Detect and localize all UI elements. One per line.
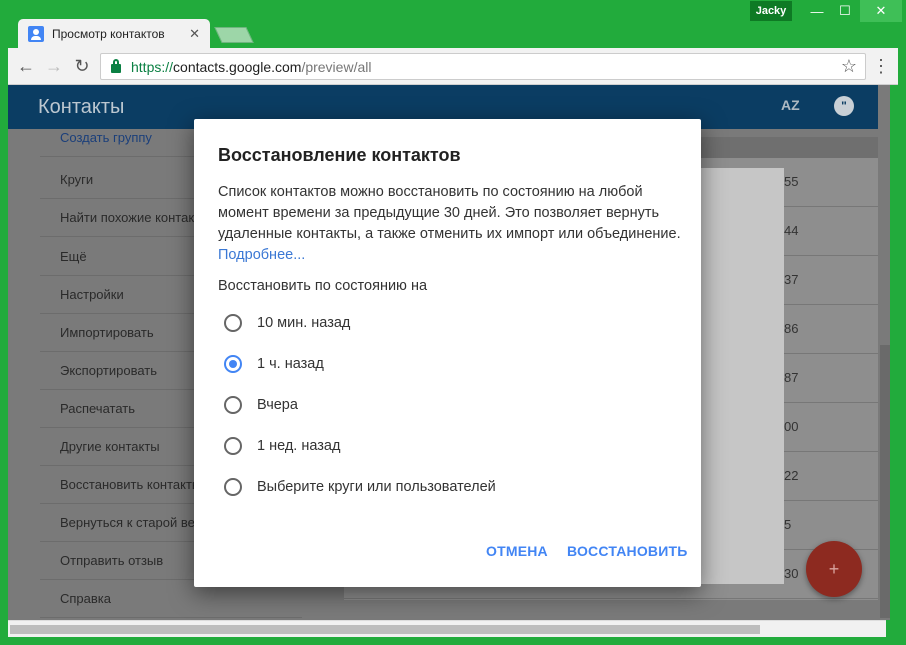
address-bar[interactable]: https:// contacts.google.com /preview/al… (100, 53, 866, 80)
app-title: Контакты (38, 96, 125, 118)
backdrop-panel (688, 168, 784, 584)
bookmark-star-icon[interactable]: ☆ (841, 56, 857, 77)
horizontal-scrollbar-thumb[interactable] (10, 625, 760, 634)
lock-icon (111, 59, 121, 73)
learn-more-link[interactable]: Подробнее... (218, 247, 305, 263)
add-person-icon: + (828, 558, 840, 579)
option-label: 10 мин. назад (257, 315, 351, 331)
browser-tab[interactable]: Просмотр контактов ✕ (18, 19, 210, 48)
list-value: 87 (784, 370, 799, 385)
url-path: /preview/all (301, 58, 372, 75)
option-1-week[interactable]: 1 нед. назад (224, 435, 340, 457)
dialog-subtitle: Восстановить по состоянию на (218, 278, 428, 294)
option-label: Выберите круги или пользователей (257, 479, 496, 495)
option-label: 1 ч. назад (257, 356, 324, 372)
list-value: 5 (784, 517, 792, 532)
option-yesterday[interactable]: Вчера (224, 394, 298, 416)
option-10-min[interactable]: 10 мин. назад (224, 312, 350, 334)
contacts-favicon-icon (28, 25, 44, 42)
list-value: 00 (784, 419, 799, 434)
radio-button-selected[interactable] (224, 355, 242, 373)
vertical-scrollbar[interactable] (878, 85, 890, 620)
title-bar: Jacky — ☐ ✕ Просмотр контактов ✕ (0, 0, 906, 48)
browser-toolbar: ← → ↻ https:// contacts.google.com /prev… (8, 48, 898, 85)
option-choose-circles[interactable]: Выберите круги или пользователей (224, 476, 496, 498)
url-host: contacts.google.com (173, 58, 302, 75)
dialog-description: Список контактов можно восстановить по с… (218, 182, 684, 266)
new-tab-button[interactable] (214, 27, 254, 43)
profile-badge[interactable]: Jacky (750, 1, 792, 21)
dialog-title: Восстановление контактов (218, 145, 461, 165)
option-label: Вчера (257, 397, 298, 413)
list-value: 44 (784, 223, 799, 238)
radio-button[interactable] (224, 314, 242, 332)
forward-arrow-icon[interactable]: → (44, 56, 64, 76)
back-arrow-icon[interactable]: ← (16, 56, 36, 76)
hangouts-icon[interactable]: " (834, 96, 854, 116)
list-value: 55 (784, 174, 799, 189)
restore-contacts-dialog: Восстановление контактов Список контакто… (194, 119, 701, 587)
minimize-button[interactable]: — (802, 0, 832, 22)
list-value: 37 (784, 272, 799, 287)
url-scheme: https:// (131, 58, 174, 75)
browser-menu-icon[interactable]: ⋮ (872, 56, 890, 77)
browser-window: Jacky — ☐ ✕ Просмотр контактов ✕ ← → ↻ h… (0, 0, 906, 645)
vertical-scrollbar-thumb[interactable] (880, 345, 890, 618)
list-value: 22 (784, 468, 799, 483)
radio-button[interactable] (224, 437, 242, 455)
reload-icon[interactable]: ↻ (72, 56, 92, 76)
tab-close-icon[interactable]: ✕ (189, 26, 200, 42)
maximize-button[interactable]: ☐ (830, 0, 860, 22)
restore-button[interactable]: ВОССТАНОВИТЬ (567, 543, 688, 559)
option-label: 1 нед. назад (257, 438, 341, 454)
list-value: 30 (784, 566, 799, 581)
option-1-hour[interactable]: 1 ч. назад (224, 353, 324, 375)
list-value: 86 (784, 321, 799, 336)
cancel-button[interactable]: ОТМЕНА (486, 543, 548, 559)
radio-button[interactable] (224, 396, 242, 414)
close-window-button[interactable]: ✕ (860, 0, 902, 22)
horizontal-scrollbar[interactable] (8, 620, 886, 637)
radio-button[interactable] (224, 478, 242, 496)
tab-title: Просмотр контактов (52, 26, 165, 41)
add-contact-button[interactable]: + (806, 541, 862, 597)
dialog-body-text: Список контактов можно восстановить по с… (218, 184, 681, 242)
sort-az-icon[interactable]: AZ (781, 97, 800, 113)
